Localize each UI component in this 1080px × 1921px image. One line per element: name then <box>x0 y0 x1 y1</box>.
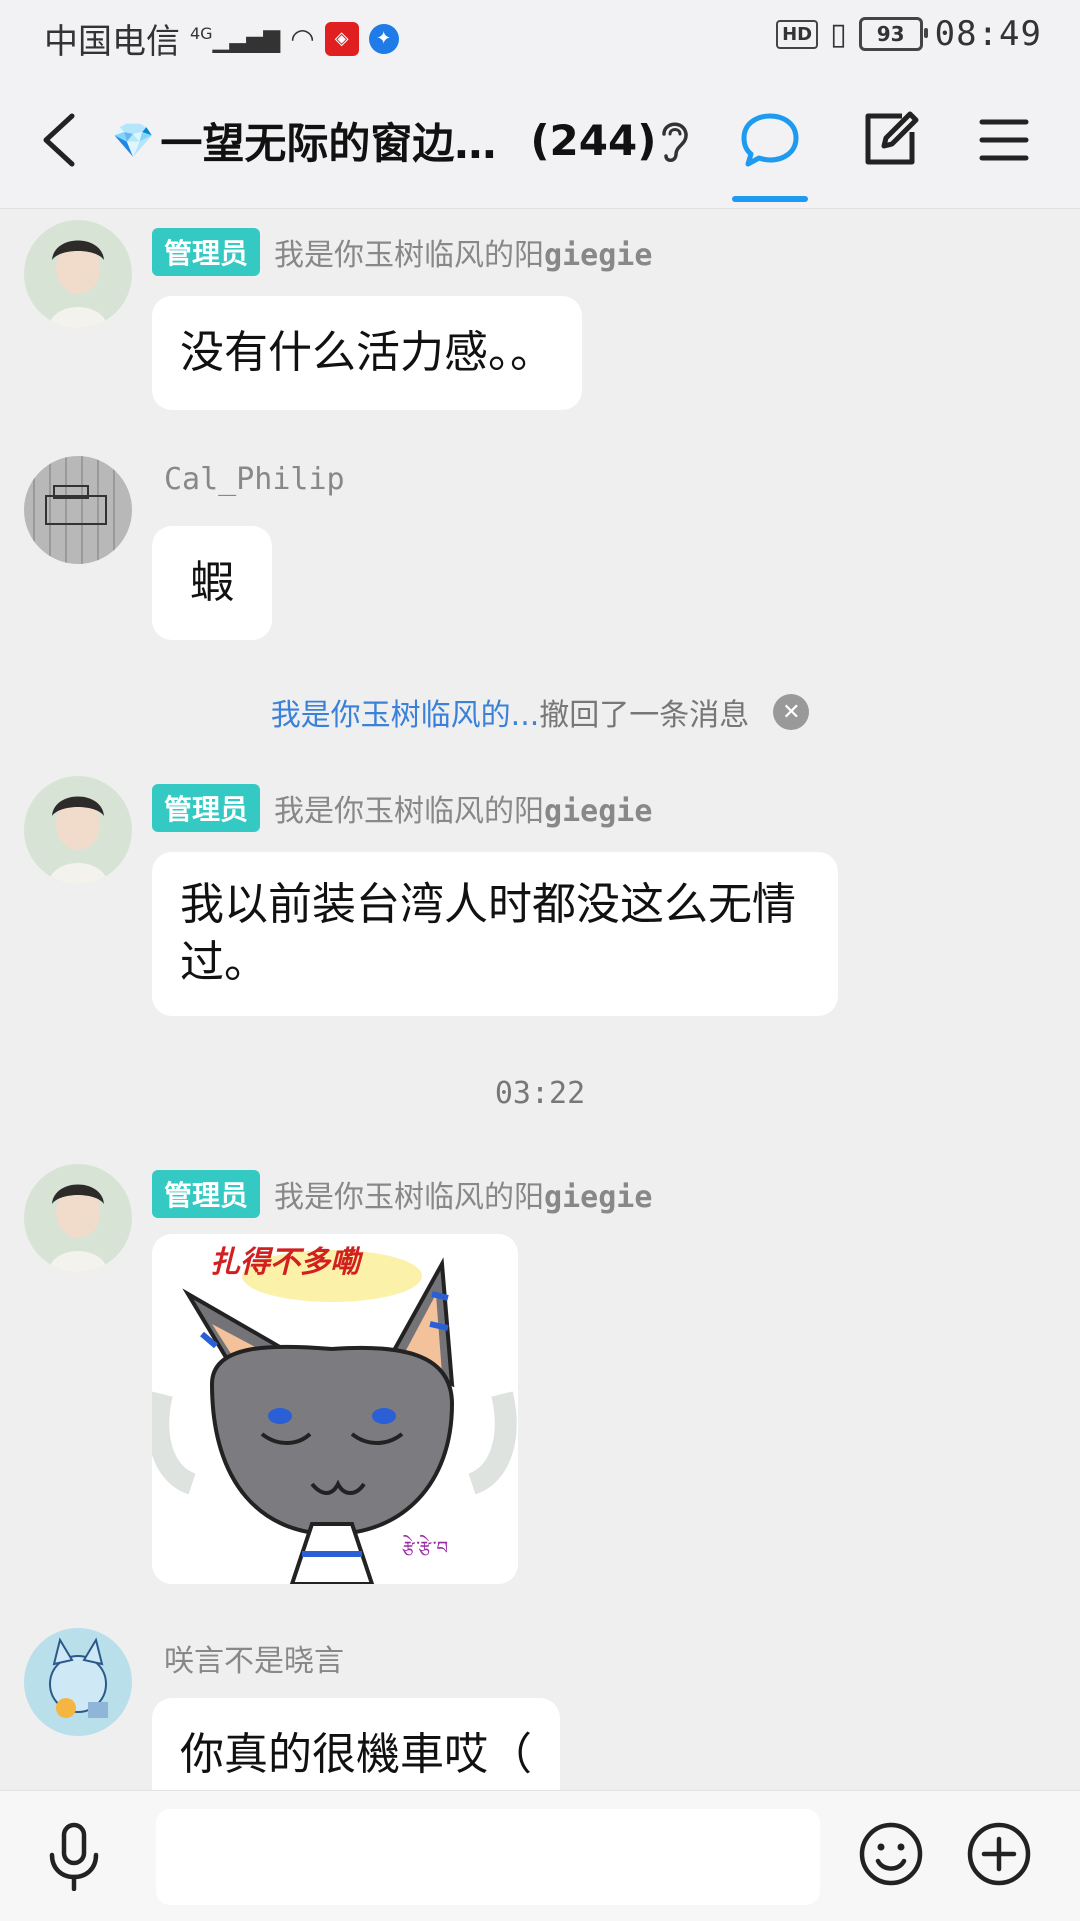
avatar[interactable] <box>24 456 132 564</box>
recall-line: 我是你玉树临风的...撤回了一条消息 <box>271 690 750 734</box>
avatar[interactable] <box>24 776 132 884</box>
member-count: (244) <box>530 116 657 165</box>
sender-name[interactable]: 我是你玉树临风的阳giegie <box>274 786 652 830</box>
admin-badge: 管理员 <box>152 1170 261 1218</box>
signal-icon: 4G▁▃▅▇ <box>190 23 281 54</box>
sticker-image[interactable]: 扎得不多嘞 རྩེ་རྩེ་བ <box>152 1234 518 1584</box>
sender-name[interactable]: Cal_Philip <box>164 462 345 497</box>
close-icon[interactable]: ✕ <box>773 694 810 730</box>
sticker-caption: 扎得不多嘞 <box>210 1245 364 1280</box>
hd-icon: HD <box>776 19 819 49</box>
message-line: 过。 <box>180 937 268 988</box>
sender-name[interactable]: 我是你玉树临风的阳giegie <box>274 1172 652 1216</box>
status-right: HD ▯ 93 08:49 <box>776 14 1042 54</box>
avatar[interactable] <box>24 1628 132 1736</box>
message-bubble[interactable]: 没有什么活力感。。 <box>152 296 582 410</box>
admin-badge: 管理员 <box>152 784 261 832</box>
message-meta: 管理员 我是你玉树临风的阳giegie <box>152 784 652 832</box>
recall-sender-link[interactable]: 我是你玉树临风的... <box>271 698 540 733</box>
sender-name-suffix: giegie <box>544 1180 653 1215</box>
message-meta: 管理员 我是你玉树临风的阳giegie <box>152 1170 652 1218</box>
message-meta: 管理员 我是你玉树临风的阳giegie <box>152 228 652 276</box>
network-type: 4G <box>190 23 213 43</box>
message-meta: Cal_Philip <box>164 462 345 497</box>
chat-header: 💎 一望无际的窗边… (244) <box>0 72 1080 209</box>
sticker-signature: རྩེ་རྩེ་བ <box>402 1534 448 1559</box>
sender-name-suffix: giegie <box>544 238 653 273</box>
sender-name[interactable]: 我是你玉树临风的阳giegie <box>274 230 652 274</box>
status-left: 中国电信 4G▁▃▅▇ ◠ ◈ ✦ <box>44 14 399 63</box>
timestamp: 03:22 <box>494 1076 586 1111</box>
avatar[interactable] <box>24 1164 132 1272</box>
recall-notice: 我是你玉树临风的...撤回了一条消息 ✕ <box>0 690 1080 734</box>
recall-text: 撤回了一条消息 <box>539 698 750 733</box>
diamond-icon: 💎 <box>112 120 155 161</box>
microphone-icon[interactable] <box>44 1821 104 1891</box>
battery-icon: 93 <box>858 17 928 51</box>
wifi-icon: ◠ <box>290 22 315 55</box>
ear-icon[interactable] <box>656 116 692 166</box>
message-bubble[interactable]: 我以前装台湾人时都没这么无情 过。 <box>152 852 838 1016</box>
group-title[interactable]: 💎 一望无际的窗边… (244) <box>112 110 656 171</box>
sender-name[interactable]: 咲言不是晓言 <box>164 1636 344 1680</box>
browser-notification-icon: ✦ <box>368 23 399 54</box>
back-icon[interactable] <box>36 110 86 170</box>
group-name: 一望无际的窗边… <box>160 119 497 168</box>
message-line: 我以前装台湾人时都没这么无情 <box>180 879 796 930</box>
active-tab-indicator <box>732 196 808 202</box>
cat-sticker: 扎得不多嘞 རྩེ་རྩེ་བ <box>152 1234 518 1584</box>
carrier-label: 中国电信 <box>44 22 180 62</box>
message-bubble[interactable]: 蝦 <box>152 526 272 640</box>
battery-level: 93 <box>876 22 905 46</box>
vibrate-icon: ▯ <box>830 16 847 52</box>
add-icon[interactable] <box>966 1821 1032 1887</box>
message-meta: 咲言不是晓言 <box>164 1636 344 1680</box>
emoji-icon[interactable] <box>858 1821 924 1887</box>
menu-icon[interactable] <box>972 108 1036 172</box>
chat-bubble-icon[interactable] <box>738 108 802 172</box>
sender-name-text: 我是你玉树临风的阳 <box>274 1180 545 1215</box>
sender-name-text: 我是你玉树临风的阳 <box>274 794 545 829</box>
status-bar: 中国电信 4G▁▃▅▇ ◠ ◈ ✦ HD ▯ 93 08:49 <box>0 0 1080 72</box>
admin-badge: 管理员 <box>152 228 261 276</box>
sender-name-text: 我是你玉树临风的阳 <box>274 238 545 273</box>
avatar[interactable] <box>24 220 132 328</box>
app-notification-icon: ◈ <box>324 21 359 56</box>
input-bar <box>0 1790 1080 1921</box>
clock: 08:49 <box>934 14 1042 54</box>
message-input[interactable] <box>156 1809 820 1905</box>
sender-name-suffix: giegie <box>544 794 653 829</box>
edit-icon[interactable] <box>858 108 922 172</box>
